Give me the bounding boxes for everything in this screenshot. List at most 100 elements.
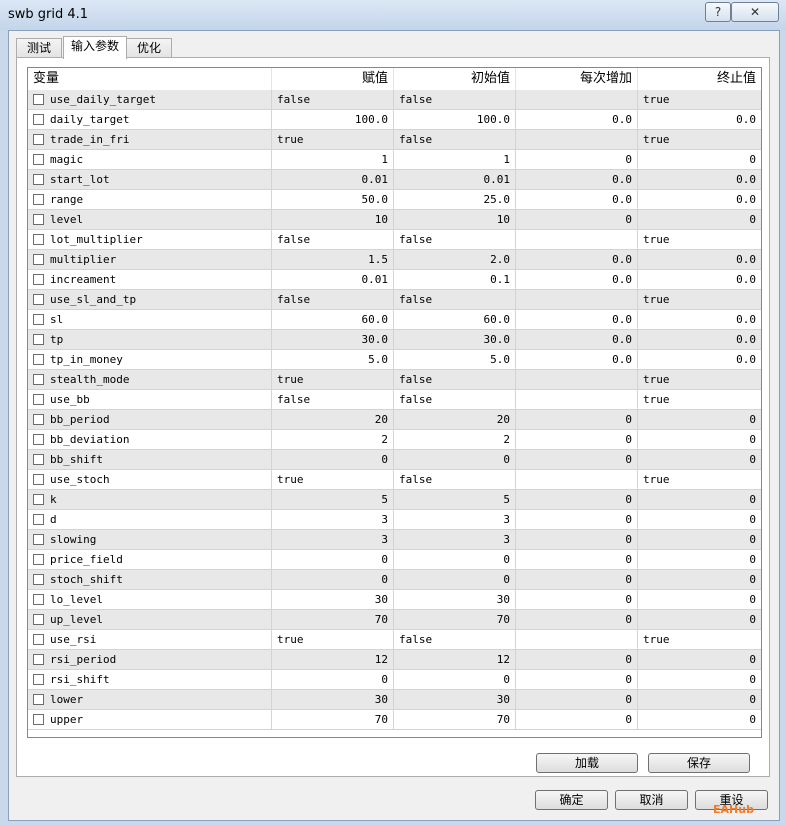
stop-cell[interactable]: 0.0 [638, 330, 761, 350]
start-cell[interactable]: 3 [394, 530, 516, 550]
step-cell[interactable]: 0 [516, 550, 638, 570]
value-cell[interactable]: false [272, 230, 394, 250]
optimize-checkbox[interactable] [33, 554, 44, 565]
table-row[interactable]: bb_shift 0 0 0 0 [28, 450, 761, 470]
optimize-checkbox[interactable] [33, 574, 44, 585]
step-cell[interactable]: 0 [516, 150, 638, 170]
value-cell[interactable]: true [272, 370, 394, 390]
table-row[interactable]: use_bb false false true [28, 390, 761, 410]
step-cell[interactable]: 0.0 [516, 330, 638, 350]
optimize-checkbox[interactable] [33, 254, 44, 265]
start-cell[interactable]: 10 [394, 210, 516, 230]
table-row[interactable]: lo_level 30 30 0 0 [28, 590, 761, 610]
table-row[interactable]: bb_period 20 20 0 0 [28, 410, 761, 430]
table-row[interactable]: use_sl_and_tp false false true [28, 290, 761, 310]
optimize-checkbox[interactable] [33, 134, 44, 145]
step-cell[interactable]: 0.0 [516, 110, 638, 130]
table-row[interactable]: price_field 0 0 0 0 [28, 550, 761, 570]
stop-cell[interactable]: 0 [638, 590, 761, 610]
step-cell[interactable]: 0 [516, 690, 638, 710]
step-cell[interactable] [516, 370, 638, 390]
step-cell[interactable] [516, 390, 638, 410]
stop-cell[interactable]: true [638, 390, 761, 410]
step-cell[interactable]: 0 [516, 670, 638, 690]
table-row[interactable]: use_rsi true false true [28, 630, 761, 650]
start-cell[interactable]: 70 [394, 710, 516, 730]
load-button[interactable]: 加载 [536, 753, 638, 773]
step-cell[interactable]: 0 [516, 410, 638, 430]
start-cell[interactable]: false [394, 390, 516, 410]
table-row[interactable]: slowing 3 3 0 0 [28, 530, 761, 550]
step-cell[interactable]: 0 [516, 450, 638, 470]
start-cell[interactable]: 2 [394, 430, 516, 450]
stop-cell[interactable]: 0 [638, 710, 761, 730]
value-cell[interactable]: 1 [272, 150, 394, 170]
optimize-checkbox[interactable] [33, 194, 44, 205]
value-cell[interactable]: 5.0 [272, 350, 394, 370]
value-cell[interactable]: 0.01 [272, 170, 394, 190]
step-cell[interactable]: 0.0 [516, 270, 638, 290]
table-row[interactable]: stealth_mode true false true [28, 370, 761, 390]
table-row[interactable]: bb_deviation 2 2 0 0 [28, 430, 761, 450]
step-cell[interactable]: 0 [516, 710, 638, 730]
stop-cell[interactable]: true [638, 370, 761, 390]
stop-cell[interactable]: 0 [638, 430, 761, 450]
step-cell[interactable] [516, 290, 638, 310]
step-cell[interactable]: 0.0 [516, 350, 638, 370]
stop-cell[interactable]: 0 [638, 210, 761, 230]
optimize-checkbox[interactable] [33, 714, 44, 725]
value-cell[interactable]: false [272, 90, 394, 110]
header-step[interactable]: 每次增加 [516, 68, 638, 90]
optimize-checkbox[interactable] [33, 214, 44, 225]
optimize-checkbox[interactable] [33, 174, 44, 185]
stop-cell[interactable]: true [638, 470, 761, 490]
table-row[interactable]: k5500 [28, 490, 761, 510]
table-row[interactable]: level 10 10 0 0 [28, 210, 761, 230]
start-cell[interactable]: 30 [394, 590, 516, 610]
stop-cell[interactable]: 0 [638, 510, 761, 530]
table-row[interactable]: lower 30 30 0 0 [28, 690, 761, 710]
save-button[interactable]: 保存 [648, 753, 750, 773]
table-row[interactable]: increament 0.01 0.1 0.0 0.0 [28, 270, 761, 290]
stop-cell[interactable]: 0 [638, 490, 761, 510]
table-row[interactable]: tp 30.0 30.0 0.0 0.0 [28, 330, 761, 350]
table-row[interactable]: range 50.0 25.0 0.0 0.0 [28, 190, 761, 210]
value-cell[interactable]: 30.0 [272, 330, 394, 350]
value-cell[interactable]: 5 [272, 490, 394, 510]
value-cell[interactable]: 70 [272, 710, 394, 730]
optimize-checkbox[interactable] [33, 614, 44, 625]
value-cell[interactable]: 0 [272, 670, 394, 690]
table-row[interactable]: use_daily_target false false true [28, 90, 761, 110]
start-cell[interactable]: 12 [394, 650, 516, 670]
stop-cell[interactable]: 0 [638, 570, 761, 590]
start-cell[interactable]: 0 [394, 550, 516, 570]
optimize-checkbox[interactable] [33, 354, 44, 365]
start-cell[interactable]: 1 [394, 150, 516, 170]
step-cell[interactable]: 0 [516, 210, 638, 230]
table-row[interactable]: use_stoch true false true [28, 470, 761, 490]
step-cell[interactable] [516, 630, 638, 650]
value-cell[interactable]: 100.0 [272, 110, 394, 130]
value-cell[interactable]: 30 [272, 590, 394, 610]
value-cell[interactable]: 70 [272, 610, 394, 630]
start-cell[interactable]: 0 [394, 570, 516, 590]
ok-button[interactable]: 确定 [535, 790, 608, 810]
table-row[interactable]: lot_multiplier false false true [28, 230, 761, 250]
start-cell[interactable]: 0 [394, 670, 516, 690]
optimize-checkbox[interactable] [33, 374, 44, 385]
value-cell[interactable]: 12 [272, 650, 394, 670]
optimize-checkbox[interactable] [33, 274, 44, 285]
stop-cell[interactable]: true [638, 630, 761, 650]
value-cell[interactable]: 0 [272, 550, 394, 570]
table-row[interactable]: tp_in_money 5.0 5.0 0.0 0.0 [28, 350, 761, 370]
step-cell[interactable]: 0 [516, 610, 638, 630]
start-cell[interactable]: false [394, 130, 516, 150]
stop-cell[interactable]: 0.0 [638, 250, 761, 270]
start-cell[interactable]: 5 [394, 490, 516, 510]
optimize-checkbox[interactable] [33, 694, 44, 705]
header-variable[interactable]: 变量 [28, 68, 272, 90]
value-cell[interactable]: false [272, 290, 394, 310]
value-cell[interactable]: 0 [272, 570, 394, 590]
value-cell[interactable]: 0 [272, 450, 394, 470]
value-cell[interactable]: 3 [272, 530, 394, 550]
